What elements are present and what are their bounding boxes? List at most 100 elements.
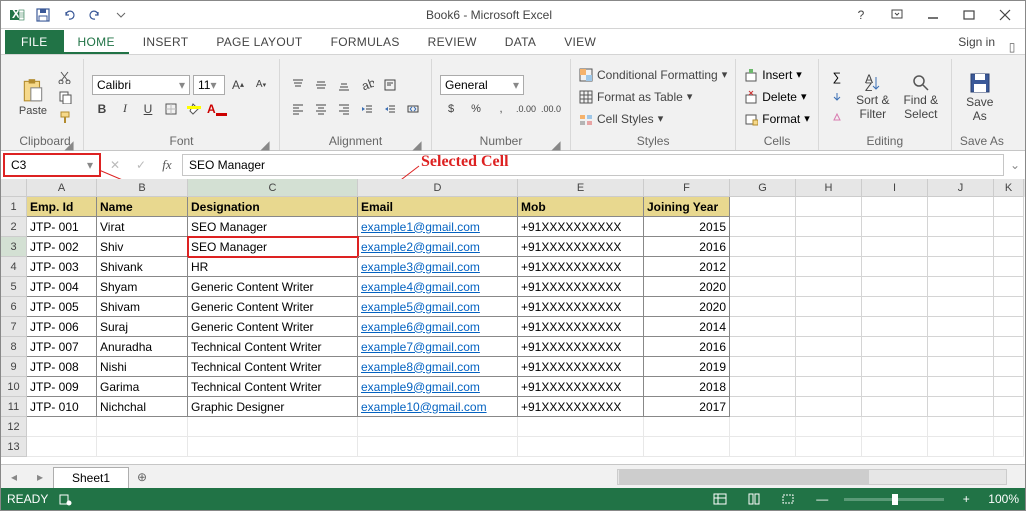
- zoom-out-button[interactable]: —: [810, 490, 834, 508]
- increase-decimal-button[interactable]: .0.00: [515, 99, 537, 119]
- name-box[interactable]: C3▾: [4, 154, 100, 176]
- column-header[interactable]: C: [188, 179, 358, 197]
- accounting-format-button[interactable]: $: [440, 99, 462, 119]
- fill-color-button[interactable]: [184, 99, 204, 119]
- column-header[interactable]: G: [730, 179, 796, 197]
- cell[interactable]: [358, 437, 518, 457]
- row-header[interactable]: 12: [1, 417, 27, 437]
- row-header[interactable]: 9: [1, 357, 27, 377]
- qat-customize-button[interactable]: [109, 3, 133, 27]
- find-select-button[interactable]: Find &Select: [899, 73, 943, 121]
- cell[interactable]: [644, 437, 730, 457]
- cell[interactable]: +91XXXXXXXXXX: [518, 357, 644, 377]
- row-header[interactable]: 7: [1, 317, 27, 337]
- cell[interactable]: Suraj: [97, 317, 188, 337]
- tab-home[interactable]: HOME: [64, 30, 129, 54]
- row-header[interactable]: 8: [1, 337, 27, 357]
- email-cell[interactable]: example10@gmail.com: [358, 397, 518, 417]
- spreadsheet-grid[interactable]: ABCDEFGHIJK 1Emp. IdNameDesignationEmail…: [1, 179, 1025, 464]
- insert-function-button[interactable]: fx: [156, 155, 178, 175]
- tab-view[interactable]: VIEW: [550, 30, 610, 54]
- cell[interactable]: [994, 197, 1024, 217]
- cell[interactable]: JTP- 008: [27, 357, 97, 377]
- cell[interactable]: [796, 217, 862, 237]
- cell[interactable]: Garima: [97, 377, 188, 397]
- cell[interactable]: [730, 197, 796, 217]
- cell[interactable]: SEO Manager: [188, 237, 358, 257]
- cell[interactable]: [730, 397, 796, 417]
- row-header[interactable]: 3: [1, 237, 27, 257]
- cell[interactable]: [994, 297, 1024, 317]
- cut-button[interactable]: [55, 68, 75, 86]
- decrease-font-button[interactable]: A▾: [251, 75, 271, 95]
- bold-button[interactable]: B: [92, 99, 112, 119]
- cell[interactable]: JTP- 009: [27, 377, 97, 397]
- cell[interactable]: 2019: [644, 357, 730, 377]
- cell[interactable]: Shivank: [97, 257, 188, 277]
- cell[interactable]: +91XXXXXXXXXX: [518, 217, 644, 237]
- account-icon[interactable]: ▯: [1003, 40, 1021, 54]
- macro-record-icon[interactable]: [58, 492, 72, 506]
- column-header[interactable]: J: [928, 179, 994, 197]
- cell[interactable]: [928, 377, 994, 397]
- align-middle-button[interactable]: [311, 75, 331, 95]
- dialog-launcher-icon[interactable]: ◢: [63, 138, 75, 150]
- cell[interactable]: [994, 417, 1024, 437]
- redo-button[interactable]: [83, 3, 107, 27]
- tab-data[interactable]: DATA: [491, 30, 550, 54]
- row-header[interactable]: 4: [1, 257, 27, 277]
- autosum-button[interactable]: ∑: [827, 68, 847, 86]
- column-header[interactable]: H: [796, 179, 862, 197]
- cell[interactable]: [862, 397, 928, 417]
- header-cell[interactable]: Emp. Id: [27, 197, 97, 217]
- cell[interactable]: [97, 437, 188, 457]
- cell[interactable]: [796, 237, 862, 257]
- cell[interactable]: [928, 237, 994, 257]
- cell[interactable]: Shivam: [97, 297, 188, 317]
- cell[interactable]: SEO Manager: [188, 217, 358, 237]
- cell[interactable]: +91XXXXXXXXXX: [518, 257, 644, 277]
- delete-cells-button[interactable]: Delete ▾: [744, 87, 810, 107]
- cell[interactable]: [994, 237, 1024, 257]
- column-header[interactable]: A: [27, 179, 97, 197]
- cell[interactable]: [796, 257, 862, 277]
- cell[interactable]: [862, 417, 928, 437]
- cell[interactable]: [994, 217, 1024, 237]
- row-header[interactable]: 1: [1, 197, 27, 217]
- cell[interactable]: [928, 317, 994, 337]
- cell[interactable]: [730, 277, 796, 297]
- column-header[interactable]: E: [518, 179, 644, 197]
- help-button[interactable]: ?: [845, 3, 877, 27]
- format-as-table-button[interactable]: Format as Table ▾: [579, 87, 727, 107]
- email-cell[interactable]: example1@gmail.com: [358, 217, 518, 237]
- email-cell[interactable]: example3@gmail.com: [358, 257, 518, 277]
- align-top-button[interactable]: [288, 75, 308, 95]
- ribbon-options-button[interactable]: [881, 3, 913, 27]
- cell[interactable]: [358, 417, 518, 437]
- cell[interactable]: [796, 437, 862, 457]
- increase-indent-button[interactable]: [380, 99, 400, 119]
- cell[interactable]: [928, 257, 994, 277]
- cell[interactable]: [862, 317, 928, 337]
- sign-in-link[interactable]: Sign in: [950, 30, 1003, 54]
- cell[interactable]: [928, 397, 994, 417]
- tab-review[interactable]: REVIEW: [414, 30, 491, 54]
- scroll-sheets-left-button[interactable]: ◂: [1, 466, 27, 488]
- view-page-break-button[interactable]: [776, 490, 800, 508]
- cell[interactable]: [730, 337, 796, 357]
- cell[interactable]: [644, 417, 730, 437]
- tab-formulas[interactable]: FORMULAS: [317, 30, 414, 54]
- header-cell[interactable]: Name: [97, 197, 188, 217]
- column-header[interactable]: F: [644, 179, 730, 197]
- cell[interactable]: JTP- 003: [27, 257, 97, 277]
- cell[interactable]: [994, 377, 1024, 397]
- cell[interactable]: [862, 357, 928, 377]
- tab-page-layout[interactable]: PAGE LAYOUT: [202, 30, 316, 54]
- cell[interactable]: Generic Content Writer: [188, 317, 358, 337]
- cell[interactable]: [518, 437, 644, 457]
- cell[interactable]: [796, 317, 862, 337]
- align-center-button[interactable]: [311, 99, 331, 119]
- cell[interactable]: +91XXXXXXXXXX: [518, 377, 644, 397]
- cell[interactable]: [994, 317, 1024, 337]
- cell[interactable]: [994, 437, 1024, 457]
